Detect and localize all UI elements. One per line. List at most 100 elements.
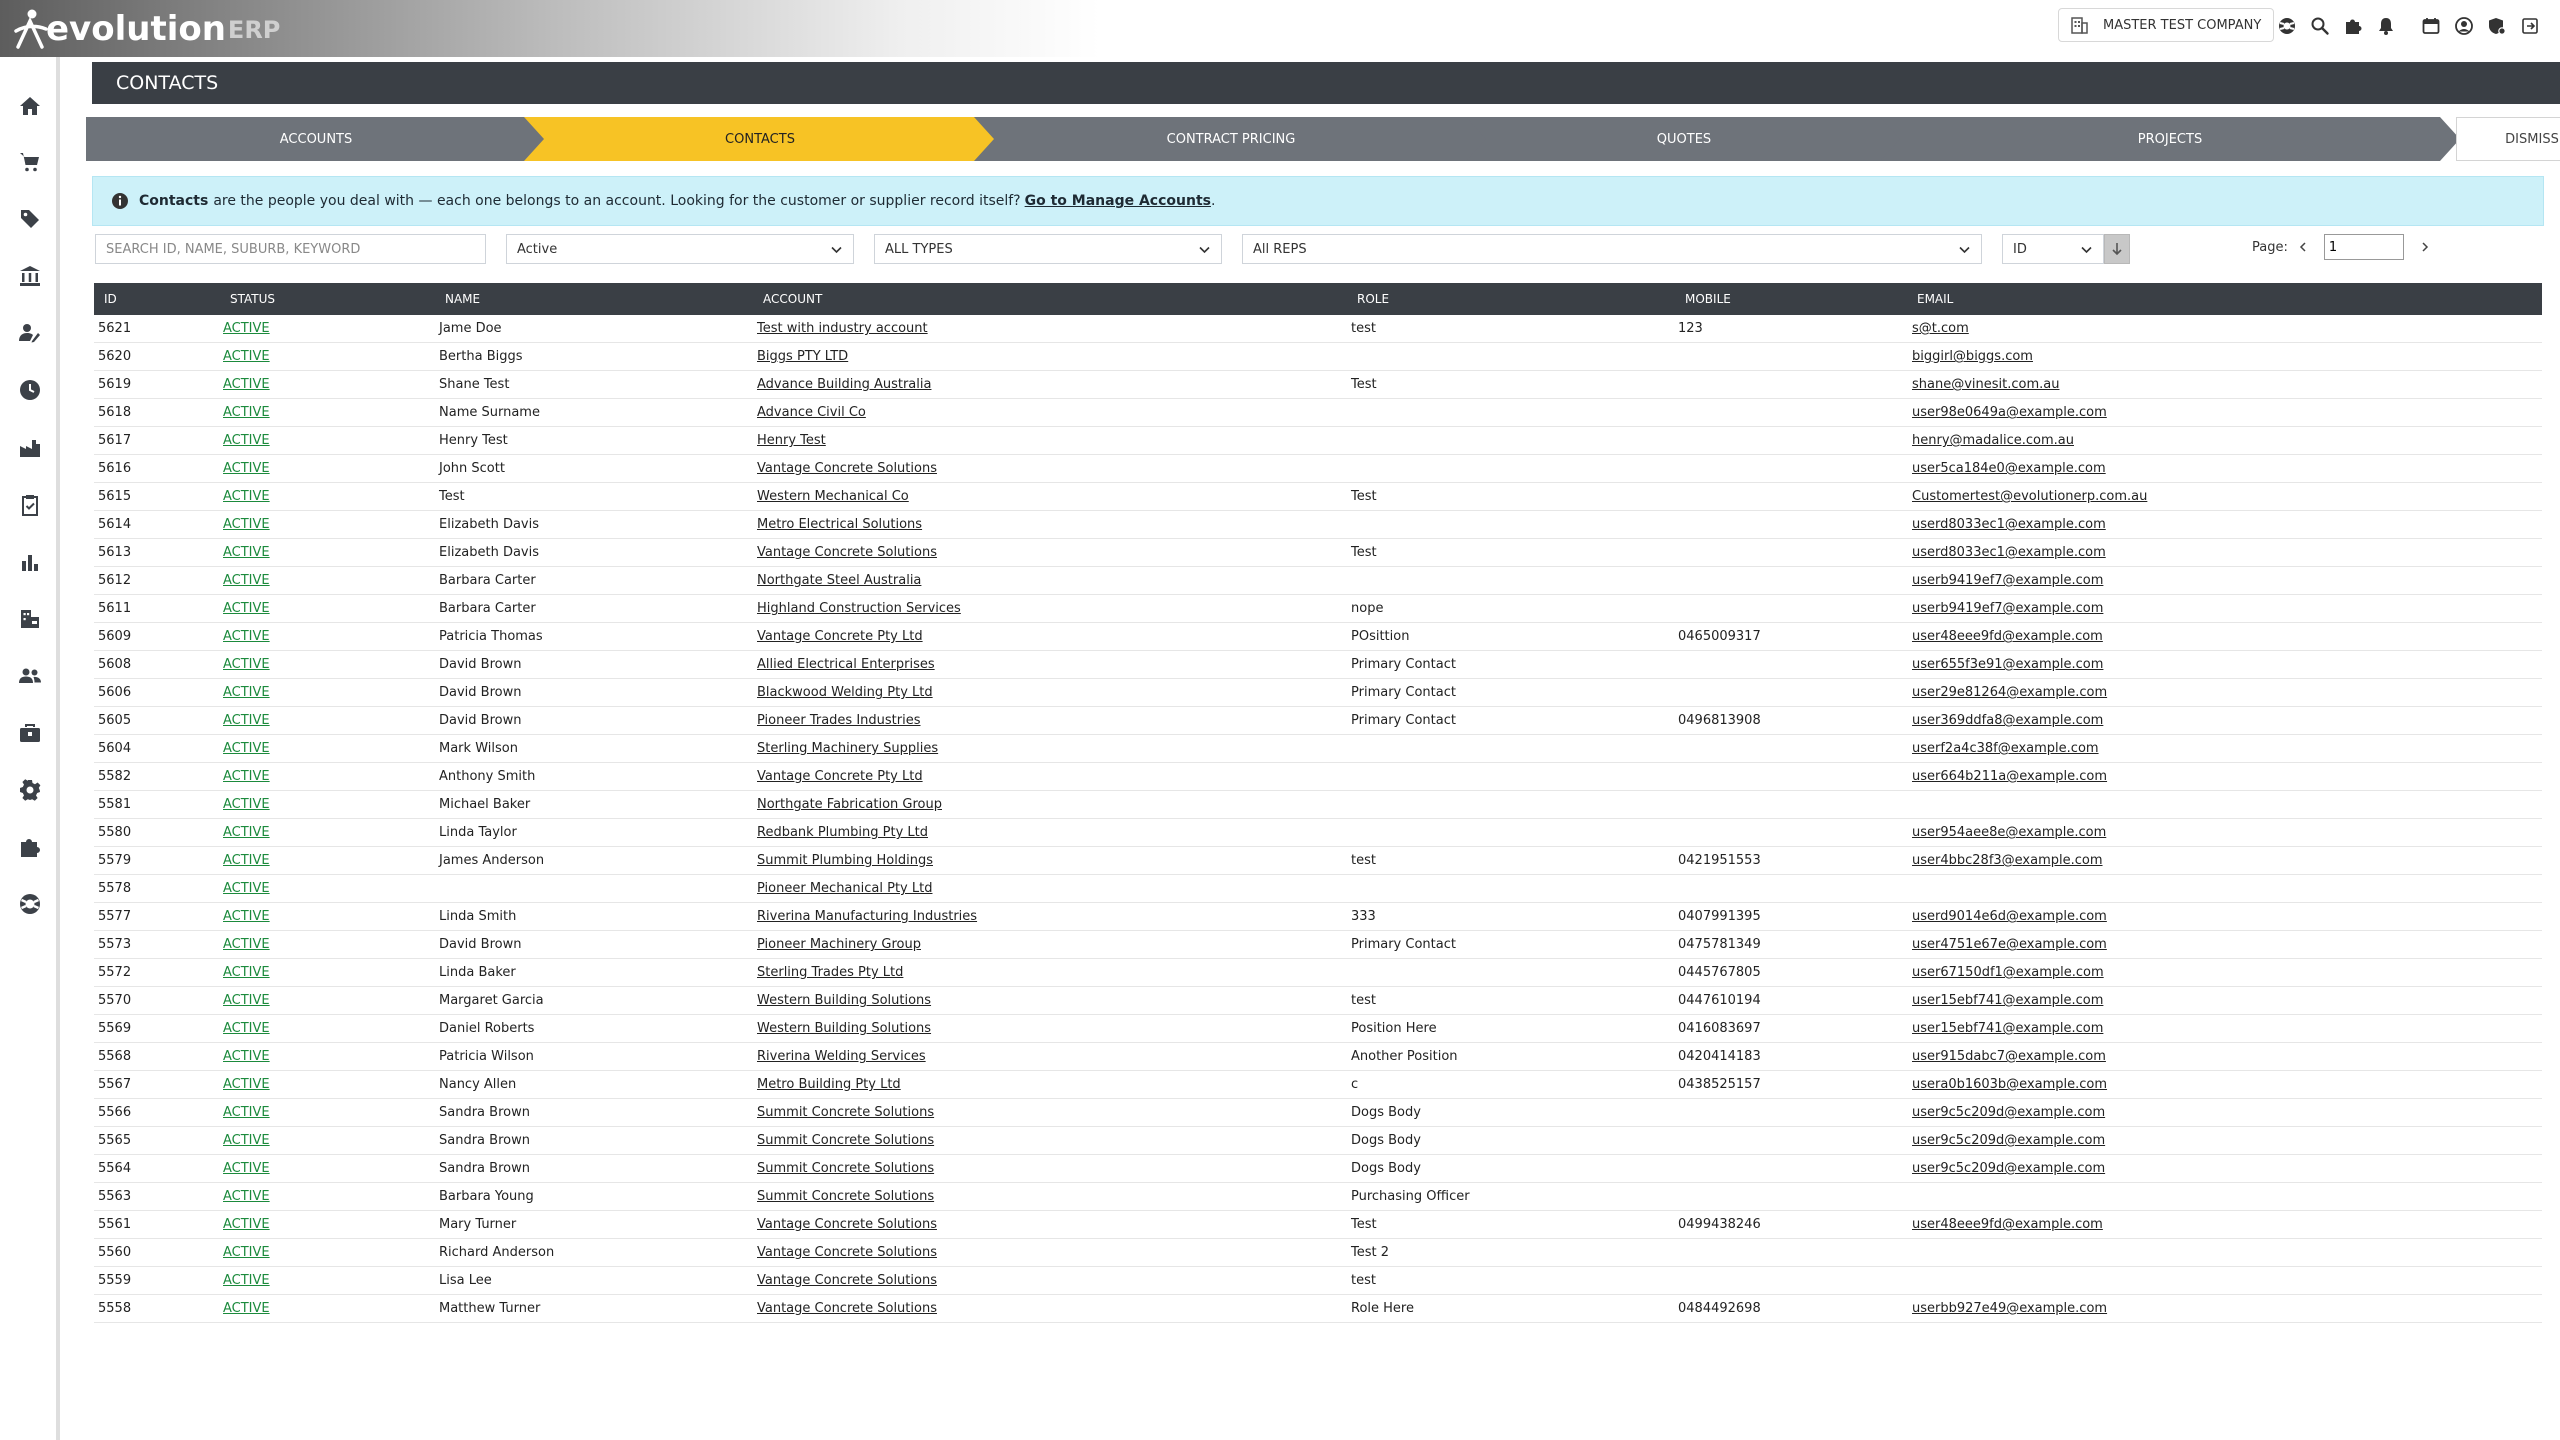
account-link[interactable]: Vantage Concrete Solutions <box>757 1295 937 1323</box>
status-link[interactable]: ACTIVE <box>223 1071 270 1099</box>
sort-select[interactable]: ID <box>2002 234 2104 264</box>
account-link[interactable]: Northgate Steel Australia <box>757 567 921 595</box>
sidebar-item-pricing[interactable] <box>0 199 60 239</box>
column-header-name[interactable]: NAME <box>445 283 480 315</box>
status-link[interactable]: ACTIVE <box>223 595 270 623</box>
email-link[interactable]: user9c5c209d@example.com <box>1912 1155 2105 1183</box>
account-link[interactable]: Summit Concrete Solutions <box>757 1183 934 1211</box>
status-link[interactable]: ACTIVE <box>223 539 270 567</box>
status-link[interactable]: ACTIVE <box>223 791 270 819</box>
email-link[interactable]: Customertest@evolutionerp.com.au <box>1912 483 2147 511</box>
column-header-role[interactable]: ROLE <box>1357 283 1389 315</box>
search-button[interactable] <box>2303 13 2336 39</box>
next-page-button[interactable] <box>2416 238 2434 256</box>
security-button[interactable] <box>2480 13 2513 39</box>
account-link[interactable]: Western Building Solutions <box>757 987 931 1015</box>
email-link[interactable]: user915dabc7@example.com <box>1912 1043 2106 1071</box>
status-link[interactable]: ACTIVE <box>223 931 270 959</box>
table-row[interactable]: 5573 ACTIVE David Brown Pioneer Machinery G… <box>94 931 2542 959</box>
table-row[interactable]: 5621 ACTIVE Jame Doe Test with industry acc… <box>94 315 2542 343</box>
table-row[interactable]: 5572 ACTIVE Linda Baker Sterling Trades Pty… <box>94 959 2542 987</box>
email-link[interactable]: user98e0649a@example.com <box>1912 399 2107 427</box>
status-link[interactable]: ACTIVE <box>223 1127 270 1155</box>
email-link[interactable]: user48eee9fd@example.com <box>1912 623 2103 651</box>
column-header-mobile[interactable]: MOBILE <box>1685 283 1731 315</box>
table-row[interactable]: 5615 ACTIVE Test Western Mechanical Co Test C… <box>94 483 2542 511</box>
status-link[interactable]: ACTIVE <box>223 707 270 735</box>
sidebar-item-sales[interactable] <box>0 142 60 182</box>
search-field[interactable] <box>95 234 486 264</box>
page-number-input[interactable] <box>2323 234 2404 260</box>
column-header-email[interactable]: EMAIL <box>1917 283 1953 315</box>
table-row[interactable]: 5559 ACTIVE Lisa Lee Vantage Concrete Solut… <box>94 1267 2542 1295</box>
email-link[interactable]: user29e81264@example.com <box>1912 679 2107 707</box>
account-link[interactable]: Blackwood Welding Pty Ltd <box>757 679 933 707</box>
table-row[interactable]: 5581 ACTIVE Michael Baker Northgate Fabrica… <box>94 791 2542 819</box>
email-link[interactable]: userd8033ec1@example.com <box>1912 511 2106 539</box>
email-link[interactable]: user5ca184e0@example.com <box>1912 455 2106 483</box>
email-link[interactable]: user369ddfa8@example.com <box>1912 707 2103 735</box>
sidebar-item-integrations[interactable] <box>0 827 60 867</box>
sidebar-item-logistics[interactable] <box>0 599 60 639</box>
table-row[interactable]: 5580 ACTIVE Linda Taylor Redbank Plumbing P… <box>94 819 2542 847</box>
search-input[interactable] <box>106 236 485 262</box>
table-row[interactable]: 5619 ACTIVE Shane Test Advance Building Aus… <box>94 371 2542 399</box>
table-row[interactable]: 5567 ACTIVE Nancy Allen Metro Building Pty … <box>94 1071 2542 1099</box>
table-row[interactable]: 5606 ACTIVE David Brown Blackwood Welding P… <box>94 679 2542 707</box>
status-link[interactable]: ACTIVE <box>223 1015 270 1043</box>
table-row[interactable]: 5617 ACTIVE Henry Test Henry Test henry@mada… <box>94 427 2542 455</box>
table-row[interactable]: 5570 ACTIVE Margaret Garcia Western Buildin… <box>94 987 2542 1015</box>
table-row[interactable]: 5618 ACTIVE Name Surname Advance Civil Co us… <box>94 399 2542 427</box>
email-link[interactable]: user15ebf741@example.com <box>1912 1015 2103 1043</box>
sort-direction-button[interactable] <box>2104 234 2130 264</box>
status-link[interactable]: ACTIVE <box>223 1295 270 1323</box>
account-link[interactable]: Metro Electrical Solutions <box>757 511 922 539</box>
account-link[interactable]: Pioneer Machinery Group <box>757 931 921 959</box>
table-row[interactable]: 5605 ACTIVE David Brown Pioneer Trades Indu… <box>94 707 2542 735</box>
table-row[interactable]: 5620 ACTIVE Bertha Biggs Biggs PTY LTD biggi… <box>94 343 2542 371</box>
status-link[interactable]: ACTIVE <box>223 511 270 539</box>
app-logo[interactable]: evolution ERP <box>12 6 280 52</box>
email-link[interactable]: s@t.com <box>1912 315 1969 343</box>
account-link[interactable]: Highland Construction Services <box>757 595 961 623</box>
table-row[interactable]: 5612 ACTIVE Barbara Carter Northgate Steel … <box>94 567 2542 595</box>
table-row[interactable]: 5560 ACTIVE Richard Anderson Vantage Concre… <box>94 1239 2542 1267</box>
sidebar-item-settings[interactable] <box>0 770 60 810</box>
email-link[interactable]: user9c5c209d@example.com <box>1912 1127 2105 1155</box>
account-link[interactable]: Metro Building Pty Ltd <box>757 1071 901 1099</box>
sidebar-item-finance[interactable] <box>0 256 60 296</box>
status-link[interactable]: ACTIVE <box>223 959 270 987</box>
account-link[interactable]: Riverina Manufacturing Industries <box>757 903 977 931</box>
prev-page-button[interactable] <box>2294 238 2312 256</box>
email-link[interactable]: user15ebf741@example.com <box>1912 987 2103 1015</box>
email-link[interactable]: user4bbc28f3@example.com <box>1912 847 2103 875</box>
type-select[interactable]: ALL TYPES <box>874 234 1222 264</box>
step-contacts[interactable]: CONTACTS <box>524 117 996 161</box>
email-link[interactable]: shane@vinesit.com.au <box>1912 371 2059 399</box>
status-link[interactable]: ACTIVE <box>223 1043 270 1071</box>
account-link[interactable]: Summit Concrete Solutions <box>757 1155 934 1183</box>
support-button[interactable] <box>2270 13 2303 39</box>
table-row[interactable]: 5577 ACTIVE Linda Smith Riverina Manufactur… <box>94 903 2542 931</box>
email-link[interactable]: henry@madalice.com.au <box>1912 427 2074 455</box>
table-row[interactable]: 5569 ACTIVE Daniel Roberts Western Building… <box>94 1015 2542 1043</box>
sidebar-item-manufacturing[interactable] <box>0 428 60 468</box>
email-link[interactable]: user655f3e91@example.com <box>1912 651 2103 679</box>
status-link[interactable]: ACTIVE <box>223 875 270 903</box>
sidebar-item-timesheets[interactable] <box>0 370 60 410</box>
table-row[interactable]: 5578 ACTIVE Pioneer Mechanical Pty Ltd <box>94 875 2542 903</box>
sidebar-item-tasks[interactable] <box>0 485 60 525</box>
profile-button[interactable] <box>2447 13 2480 39</box>
account-link[interactable]: Pioneer Mechanical Pty Ltd <box>757 875 932 903</box>
email-link[interactable]: user954aee8e@example.com <box>1912 819 2106 847</box>
email-link[interactable]: userf2a4c38f@example.com <box>1912 735 2099 763</box>
account-link[interactable]: Summit Concrete Solutions <box>757 1127 934 1155</box>
status-select[interactable]: Active <box>506 234 854 264</box>
status-link[interactable]: ACTIVE <box>223 1239 270 1267</box>
status-link[interactable]: ACTIVE <box>223 735 270 763</box>
table-row[interactable]: 5582 ACTIVE Anthony Smith Vantage Concrete … <box>94 763 2542 791</box>
status-link[interactable]: ACTIVE <box>223 1099 270 1127</box>
table-row[interactable]: 5611 ACTIVE Barbara Carter Highland Constru… <box>94 595 2542 623</box>
step-contract-pricing[interactable]: CONTRACT PRICING <box>974 117 1488 161</box>
status-link[interactable]: ACTIVE <box>223 819 270 847</box>
